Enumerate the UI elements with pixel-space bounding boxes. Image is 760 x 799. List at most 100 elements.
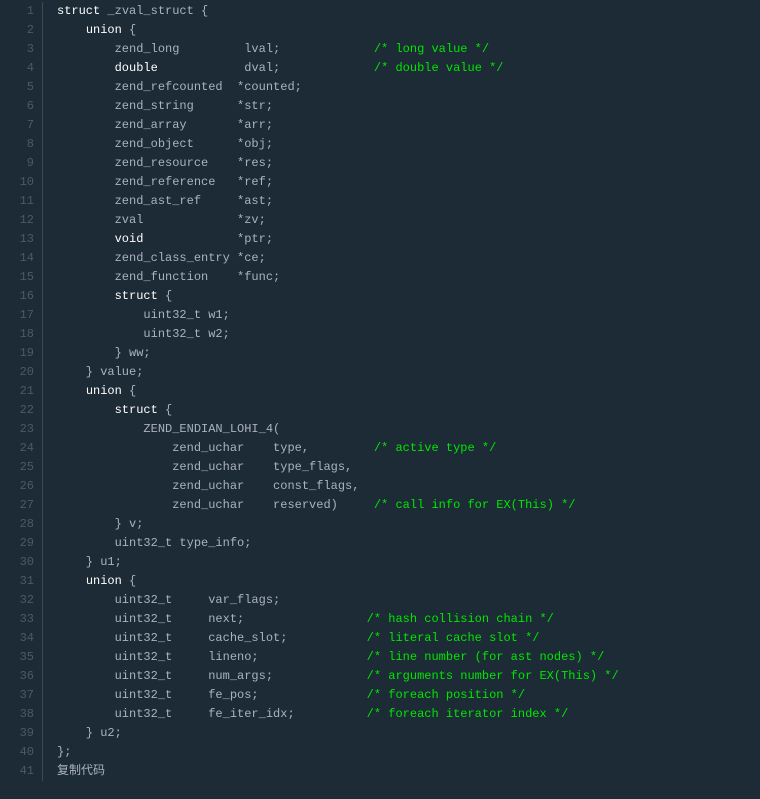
code-line: zend_object *obj;: [57, 135, 760, 154]
token-txt: } u2;: [57, 726, 122, 740]
line-number: 30: [0, 553, 42, 572]
token-txt: zend_refcounted *counted;: [57, 80, 302, 94]
code-line: zend_ast_ref *ast;: [57, 192, 760, 211]
line-number: 5: [0, 78, 42, 97]
line-number: 20: [0, 363, 42, 382]
token-cmt: /* foreach position */: [367, 688, 525, 702]
code-line: zend_resource *res;: [57, 154, 760, 173]
token-txt: {: [122, 574, 136, 588]
token-txt: [57, 61, 115, 75]
code-area[interactable]: struct _zval_struct { union { zend_long …: [43, 2, 760, 781]
token-kw: void: [115, 232, 144, 246]
code-line: zend_uchar type, /* active type */: [57, 439, 760, 458]
token-txt: zval *zv;: [57, 213, 266, 227]
line-number: 11: [0, 192, 42, 211]
token-txt: uint32_t cache_slot;: [57, 631, 367, 645]
code-line: } u2;: [57, 724, 760, 743]
code-line: zend_function *func;: [57, 268, 760, 287]
code-line: zend_uchar type_flags,: [57, 458, 760, 477]
code-line: uint32_t w1;: [57, 306, 760, 325]
line-number: 21: [0, 382, 42, 401]
code-line: uint32_t num_args; /* arguments number f…: [57, 667, 760, 686]
token-txt: uint32_t var_flags;: [57, 593, 280, 607]
token-txt: zend_array *arr;: [57, 118, 273, 132]
code-line: } value;: [57, 363, 760, 382]
token-cmt: /* double value */: [374, 61, 504, 75]
line-number: 34: [0, 629, 42, 648]
token-kw: struct: [57, 4, 100, 18]
token-kw: union: [86, 23, 122, 37]
token-txt: {: [158, 403, 172, 417]
line-number: 18: [0, 325, 42, 344]
token-txt: [57, 23, 86, 37]
token-cmt: /* literal cache slot */: [367, 631, 540, 645]
code-editor: 1234567891011121314151617181920212223242…: [0, 0, 760, 783]
code-line: } v;: [57, 515, 760, 534]
line-number-gutter: 1234567891011121314151617181920212223242…: [0, 2, 43, 781]
token-txt: dval;: [158, 61, 374, 75]
code-line: zend_long lval; /* long value */: [57, 40, 760, 59]
line-number: 17: [0, 306, 42, 325]
token-txt: zend_reference *ref;: [57, 175, 273, 189]
token-cmt: /* active type */: [374, 441, 496, 455]
token-txt: [57, 403, 115, 417]
token-cmt: /* arguments number for EX(This) */: [367, 669, 619, 683]
token-kw: struct: [115, 289, 158, 303]
token-txt: zend_long lval;: [57, 42, 374, 56]
line-number: 4: [0, 59, 42, 78]
token-txt: zend_uchar type,: [57, 441, 374, 455]
code-line: zend_array *arr;: [57, 116, 760, 135]
line-number: 16: [0, 287, 42, 306]
code-line: zend_class_entry *ce;: [57, 249, 760, 268]
token-txt: ZEND_ENDIAN_LOHI_4(: [57, 422, 280, 436]
token-txt: [57, 384, 86, 398]
line-number: 12: [0, 211, 42, 230]
token-kw: struct: [115, 403, 158, 417]
code-line: struct {: [57, 287, 760, 306]
code-line: void *ptr;: [57, 230, 760, 249]
code-line: } ww;: [57, 344, 760, 363]
code-line: } u1;: [57, 553, 760, 572]
code-line: };: [57, 743, 760, 762]
token-txt: uint32_t next;: [57, 612, 367, 626]
code-line: uint32_t next; /* hash collision chain *…: [57, 610, 760, 629]
token-txt: uint32_t lineno;: [57, 650, 367, 664]
line-number: 33: [0, 610, 42, 629]
token-txt: uint32_t fe_pos;: [57, 688, 367, 702]
line-number: 41: [0, 762, 42, 781]
line-number: 6: [0, 97, 42, 116]
token-txt: {: [158, 289, 172, 303]
token-txt: uint32_t num_args;: [57, 669, 367, 683]
code-line: uint32_t w2;: [57, 325, 760, 344]
token-txt: zend_uchar type_flags,: [57, 460, 352, 474]
code-line: zval *zv;: [57, 211, 760, 230]
code-line: zend_uchar reserved) /* call info for EX…: [57, 496, 760, 515]
token-txt: [57, 289, 115, 303]
token-txt: };: [57, 745, 71, 759]
code-line: union {: [57, 572, 760, 591]
line-number: 23: [0, 420, 42, 439]
line-number: 28: [0, 515, 42, 534]
line-number: 3: [0, 40, 42, 59]
token-cmt: /* line number (for ast nodes) */: [367, 650, 605, 664]
code-line: zend_refcounted *counted;: [57, 78, 760, 97]
line-number: 31: [0, 572, 42, 591]
token-txt: uint32_t w1;: [57, 308, 230, 322]
copy-code-line[interactable]: 复制代码: [57, 762, 760, 781]
token-txt: [57, 232, 115, 246]
code-line: double dval; /* double value */: [57, 59, 760, 78]
token-cmt: /* foreach iterator index */: [367, 707, 569, 721]
line-number: 25: [0, 458, 42, 477]
line-number: 38: [0, 705, 42, 724]
token-txt: *ptr;: [143, 232, 273, 246]
code-line: uint32_t var_flags;: [57, 591, 760, 610]
code-line: union {: [57, 382, 760, 401]
code-line: zend_reference *ref;: [57, 173, 760, 192]
line-number: 35: [0, 648, 42, 667]
token-txt: {: [122, 23, 136, 37]
token-txt: _zval_struct {: [100, 4, 208, 18]
token-txt: zend_uchar reserved): [57, 498, 374, 512]
line-number: 37: [0, 686, 42, 705]
line-number: 13: [0, 230, 42, 249]
line-number: 36: [0, 667, 42, 686]
